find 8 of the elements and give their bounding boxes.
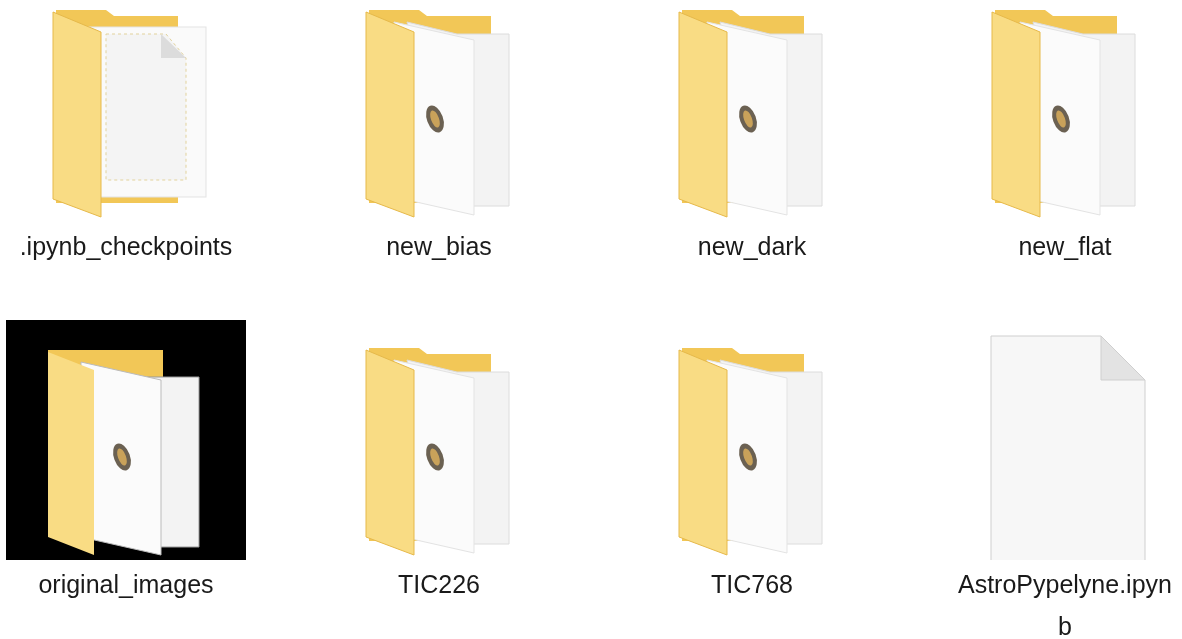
- file-name: TIC768: [710, 569, 794, 600]
- file-name: new_dark: [696, 231, 808, 262]
- file-name: new_bias: [385, 231, 493, 262]
- file-name: AstroPypelyne.ipynb: [957, 569, 1173, 639]
- file-name: .ipynb_checkpoints: [18, 231, 234, 262]
- file-name: TIC226: [397, 569, 481, 600]
- file-name: new_flat: [1017, 231, 1113, 262]
- file-name: original_images: [37, 569, 215, 600]
